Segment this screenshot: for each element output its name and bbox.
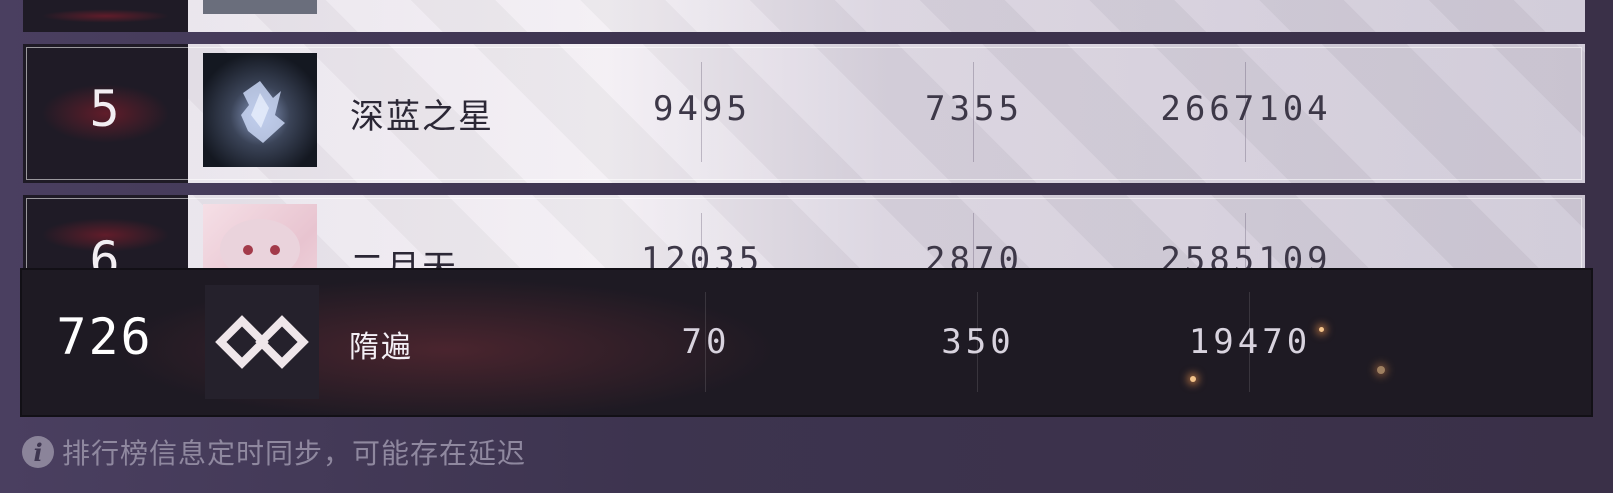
avatar-icon: [203, 0, 317, 14]
sync-notice: i 排行榜信息定时同步，可能存在延迟: [22, 432, 526, 472]
self-rank-row[interactable]: 726 隋遍 70 350 19470: [20, 268, 1593, 417]
sync-notice-text: 排行榜信息定时同步，可能存在延迟: [62, 437, 527, 470]
row-body: [188, 0, 1585, 32]
player-name: 深蓝之星: [350, 97, 494, 137]
anime-girl-avatar-icon: [203, 204, 317, 275]
self-score-column-1: 70: [681, 322, 731, 362]
infinity-logo-icon: [205, 285, 319, 399]
info-icon: i: [22, 436, 54, 468]
rank-cell: [23, 0, 188, 32]
score-column-1: 9495: [653, 89, 751, 129]
self-score-column-2: 350: [941, 322, 1015, 362]
leaderboard-row[interactable]: 5 深蓝之星 9495 7355 2667104: [23, 44, 1585, 183]
self-score-column-3: 19470: [1188, 322, 1312, 362]
score-column-3: 2667104: [1160, 89, 1332, 129]
ember-sparkle: [1377, 366, 1385, 374]
leaderboard-row-partial: [23, 0, 1585, 32]
crystal-avatar-icon: [203, 53, 317, 167]
leaderboard-row[interactable]: 6 二月天 12035 2870 2585109: [23, 195, 1585, 275]
self-rank-number: 726: [56, 308, 153, 366]
rank-number: 5: [89, 80, 122, 138]
score-column-2: 7355: [925, 89, 1023, 129]
ember-sparkle: [1319, 327, 1324, 332]
self-player-name: 隋遍: [349, 330, 413, 365]
ember-sparkle: [1190, 376, 1196, 382]
